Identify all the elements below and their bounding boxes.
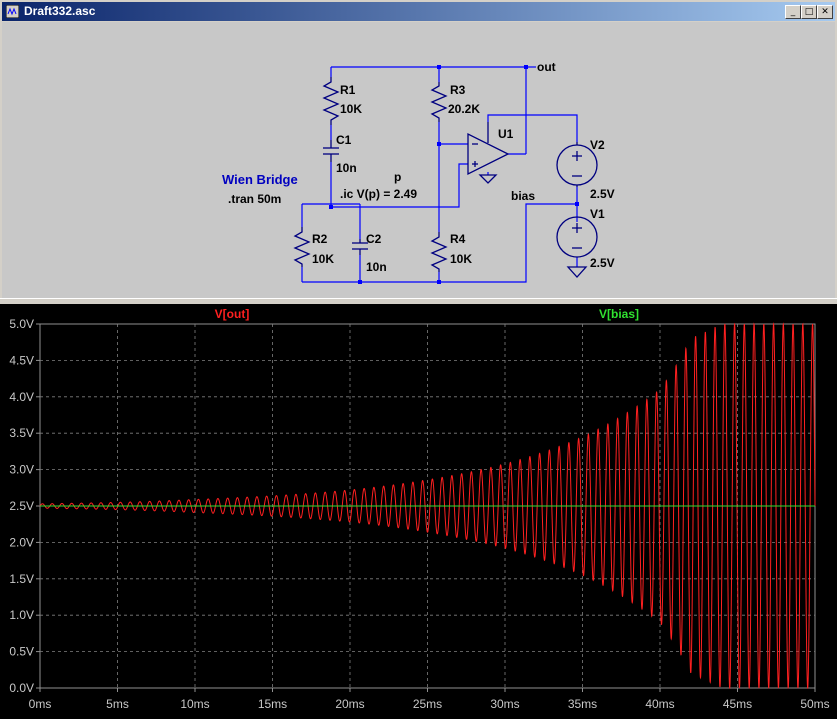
ic-directive[interactable]: .ic V(p) = 2.49 [340,187,417,201]
r1-name-label: R1 [340,83,356,97]
u1-name-label: U1 [498,127,514,141]
c2-name-label: C2 [366,232,382,246]
x-tick-label: 45ms [723,697,752,711]
y-tick-label: 5.0V [9,317,34,331]
x-tick-label: 5ms [106,697,129,711]
legend-label-1[interactable]: V[bias] [599,307,639,321]
maximize-button[interactable]: □ [801,5,817,19]
y-tick-label: 1.5V [9,572,34,586]
x-tick-label: 30ms [490,697,519,711]
r2-name-label: R2 [312,232,328,246]
v2-value-label: 2.5V [590,187,615,201]
tran-directive[interactable]: .tran 50m [228,192,281,206]
v1-name-label: V1 [590,207,605,221]
y-tick-label: 0.5V [9,645,34,659]
y-tick-label: 0.0V [9,681,34,695]
x-tick-label: 35ms [568,697,597,711]
ground-icon [566,266,588,278]
y-tick-label: 2.5V [9,499,34,513]
r2-resistor-symbol [293,227,311,267]
legend-label-0[interactable]: V[out] [215,307,250,321]
y-tick-label: 4.0V [9,390,34,404]
net-label-p: p [394,170,401,184]
c1-name-label: C1 [336,133,352,147]
x-tick-label: 20ms [335,697,364,711]
x-tick-label: 15ms [258,697,287,711]
r3-name-label: R3 [450,83,466,97]
y-tick-label: 2.0V [9,535,34,549]
y-tick-label: 3.0V [9,463,34,477]
y-tick-label: 4.5V [9,353,34,367]
waveform-plot-pane[interactable]: 0.0V 0.5V 1.0V 1.5V 2.0V 2.5V 3.0V 3.5V 4.0V 4.5V… [0,304,837,719]
c1-value-label: 10n [336,161,357,175]
schematic-document-icon [6,5,19,18]
r4-name-label: R4 [450,232,466,246]
y-axis-ticks: 0.0V 0.5V 1.0V 1.5V 2.0V 2.5V 3.0V 3.5V 4.0V 4.5V… [9,317,40,695]
close-button[interactable]: ✕ [817,5,833,19]
r1-value-label: 10K [340,102,362,116]
x-tick-label: 40ms [645,697,674,711]
waveform-chart[interactable]: 0.0V 0.5V 1.0V 1.5V 2.0V 2.5V 3.0V 3.5V 4.0V 4.5V… [0,304,837,719]
net-label-bias: bias [511,189,535,203]
window-title: Draft332.asc [24,4,96,18]
schematic-canvas[interactable]: R1 10K C1 10n R3 20.2K U1 V2 2.5V V1 2.5… [2,22,835,298]
plot-legend[interactable]: V[out] V[bias] [215,307,639,321]
schematic-pane[interactable]: R1 10K C1 10n R3 20.2K U1 V2 2.5V V1 2.5… [2,22,835,298]
r3-value-label: 20.2K [448,102,480,116]
x-tick-label: 50ms [800,697,829,711]
r4-resistor-symbol [430,232,448,272]
y-tick-label: 1.0V [9,608,34,622]
y-tick-label: 3.5V [9,426,34,440]
minimize-button[interactable]: _ [785,5,801,19]
r3-resistor-symbol [430,82,448,122]
x-tick-label: 10ms [180,697,209,711]
net-label-out: out [537,60,556,74]
r1-resistor-symbol [322,77,340,125]
c2-value-label: 10n [366,260,387,274]
v2-name-label: V2 [590,138,605,152]
title-bar[interactable]: Draft332.asc _ □ ✕ [2,2,835,21]
r2-value-label: 10K [312,252,334,266]
v1-value-label: 2.5V [590,256,615,270]
app-window: Draft332.asc _ □ ✕ R1 10K C1 10n R3 20.2… [0,0,837,719]
x-tick-label: 25ms [413,697,442,711]
schematic-title-label: Wien Bridge [222,172,298,187]
x-axis-ticks: 0ms 5ms 10ms 15ms 20ms 25ms 30ms 35ms 40ms 45ms 50… [29,688,830,711]
x-tick-label: 0ms [29,697,52,711]
r4-value-label: 10K [450,252,472,266]
